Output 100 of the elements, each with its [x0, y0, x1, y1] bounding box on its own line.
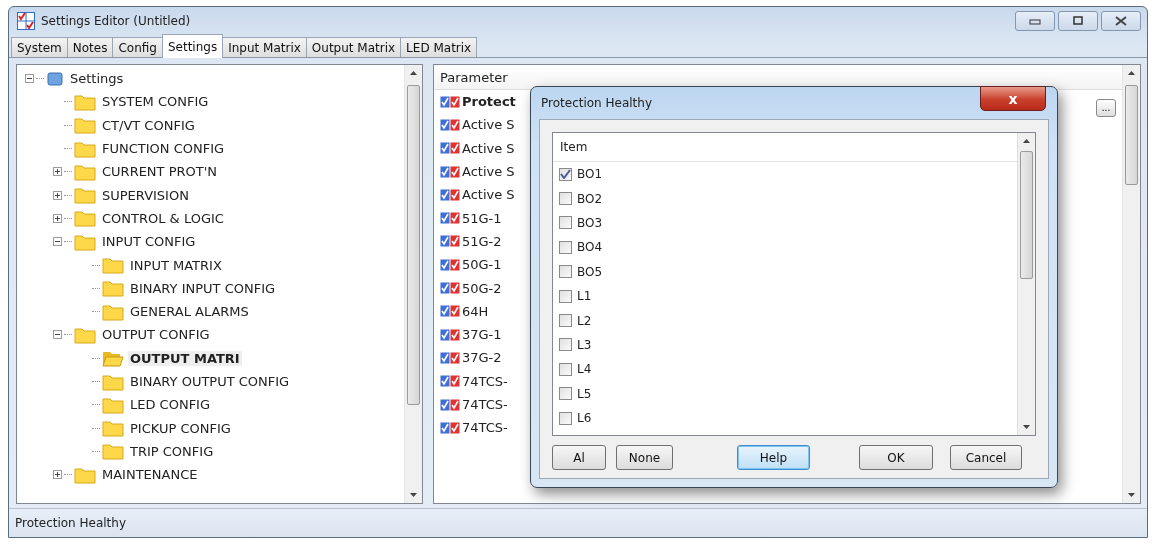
dialog-button[interactable]: OK [859, 445, 933, 470]
tree-item[interactable]: GENERAL ALARMS [128, 304, 251, 320]
item-label: BO4 [577, 240, 603, 255]
check-icon [440, 188, 460, 201]
check-icon [440, 142, 460, 155]
maximize-button[interactable] [1058, 11, 1098, 31]
parameter-name[interactable]: 37G-2 [462, 350, 502, 366]
tree-item[interactable]: TRIP CONFIG [128, 443, 216, 459]
scroll-thumb[interactable] [1020, 151, 1033, 279]
tree-item[interactable]: PICKUP CONFIG [128, 420, 233, 436]
collapse-icon[interactable] [25, 74, 34, 84]
scroll-down-icon[interactable] [410, 493, 417, 497]
dialog-button[interactable]: Al [552, 445, 606, 470]
settings-icon [46, 70, 64, 87]
checkbox[interactable] [559, 192, 572, 206]
checkbox[interactable] [559, 411, 572, 425]
item-label: L2 [577, 313, 592, 328]
edit-button[interactable]: ... [1096, 99, 1116, 117]
checkbox[interactable] [559, 167, 572, 181]
close-button[interactable] [1101, 11, 1141, 31]
parameter-name[interactable]: 74TCS- [462, 420, 508, 436]
tab[interactable]: Output Matrix [305, 37, 402, 57]
tree-item[interactable]: LED CONFIG [128, 397, 213, 413]
tab[interactable]: Notes [66, 37, 114, 57]
tree-item[interactable]: SUPERVISION [100, 187, 191, 203]
tree-item[interactable]: MAINTENANCE [100, 467, 200, 483]
checkbox[interactable] [559, 387, 572, 401]
tree-item[interactable]: OUTPUT MATRI [128, 350, 242, 366]
check-icon [440, 282, 460, 294]
expand-icon[interactable] [53, 167, 62, 177]
folder-icon [102, 302, 124, 321]
tree-item[interactable]: FUNCTION CONFIG [100, 141, 227, 157]
tree-item[interactable]: CONTROL & LOGIC [100, 210, 226, 226]
collapse-icon[interactable] [53, 330, 62, 340]
parameter-name[interactable]: 50G-2 [462, 280, 502, 296]
item-label: BO5 [577, 264, 603, 279]
dialog-button[interactable]: None [616, 445, 673, 470]
collapse-icon[interactable] [53, 237, 62, 247]
dialog-button[interactable]: Help [737, 445, 810, 470]
tab[interactable]: Config [112, 37, 163, 57]
scroll-down-icon[interactable] [1128, 493, 1135, 497]
parameter-name[interactable]: Active S [462, 187, 515, 203]
tree-item[interactable]: CURRENT PROT'N [100, 164, 219, 180]
parameter-name[interactable]: 51G-1 [462, 210, 502, 226]
tree-item[interactable]: CT/VT CONFIG [100, 117, 197, 133]
parameter-name[interactable]: Protect [462, 94, 516, 110]
tab[interactable]: Settings [161, 34, 224, 58]
parameter-name[interactable]: Active S [462, 164, 515, 180]
checkbox[interactable] [559, 240, 572, 254]
tab[interactable]: System [11, 37, 68, 57]
scroll-thumb[interactable] [407, 85, 420, 405]
folder-icon [102, 442, 124, 461]
tab[interactable]: LED Matrix [400, 37, 478, 57]
folder-icon [102, 372, 124, 391]
scrollbar[interactable] [404, 65, 422, 503]
tab[interactable]: Input Matrix [222, 37, 307, 57]
folder-icon [74, 209, 96, 228]
check-icon [440, 421, 460, 434]
scroll-up-icon[interactable] [1023, 139, 1030, 143]
scrollbar[interactable] [1122, 65, 1140, 503]
parameter-name[interactable]: Active S [462, 117, 515, 133]
scroll-up-icon[interactable] [1128, 71, 1135, 75]
parameter-name[interactable]: 74TCS- [462, 373, 508, 389]
checkbox[interactable] [559, 289, 572, 303]
tree-item[interactable]: BINARY INPUT CONFIG [128, 280, 278, 296]
folder-icon [102, 349, 124, 368]
dialog-button[interactable]: Cancel [950, 445, 1022, 470]
tree-item[interactable]: BINARY OUTPUT CONFIG [128, 374, 292, 389]
item-label: L5 [577, 386, 592, 401]
check-icon [440, 328, 460, 341]
checkbox[interactable] [559, 265, 572, 279]
parameter-name[interactable]: 37G-1 [462, 327, 502, 343]
minimize-button[interactable] [1015, 11, 1055, 31]
folder-icon [102, 419, 124, 438]
expand-icon[interactable] [53, 470, 62, 480]
parameter-name[interactable]: Active S [462, 140, 515, 156]
tree-item[interactable]: OUTPUT CONFIG [100, 327, 212, 343]
item-label: BO2 [577, 191, 603, 206]
tree-item[interactable]: INPUT MATRIX [128, 257, 224, 273]
checkbox[interactable] [559, 314, 572, 328]
expand-icon[interactable] [53, 190, 62, 200]
tree-item[interactable]: Settings [68, 71, 126, 87]
parameter-name[interactable]: 51G-2 [462, 233, 502, 249]
tree-item[interactable]: SYSTEM CONFIG [100, 94, 211, 110]
close-icon [1115, 16, 1127, 26]
checkbox[interactable] [559, 362, 572, 376]
scroll-up-icon[interactable] [410, 71, 417, 75]
scrollbar[interactable] [1017, 133, 1035, 435]
expand-icon[interactable] [53, 213, 62, 223]
parameter-name[interactable]: 50G-1 [462, 257, 502, 273]
checkbox[interactable] [559, 338, 572, 352]
close-button[interactable]: x [980, 86, 1046, 111]
parameter-name[interactable]: 64H [462, 303, 489, 319]
scroll-thumb[interactable] [1125, 85, 1138, 185]
scroll-down-icon[interactable] [1023, 425, 1030, 429]
checkbox[interactable] [559, 216, 572, 230]
item-label: L6 [577, 411, 592, 426]
parameter-name[interactable]: 74TCS- [462, 397, 508, 412]
check-icon [440, 95, 460, 108]
tree-item[interactable]: INPUT CONFIG [100, 234, 198, 250]
